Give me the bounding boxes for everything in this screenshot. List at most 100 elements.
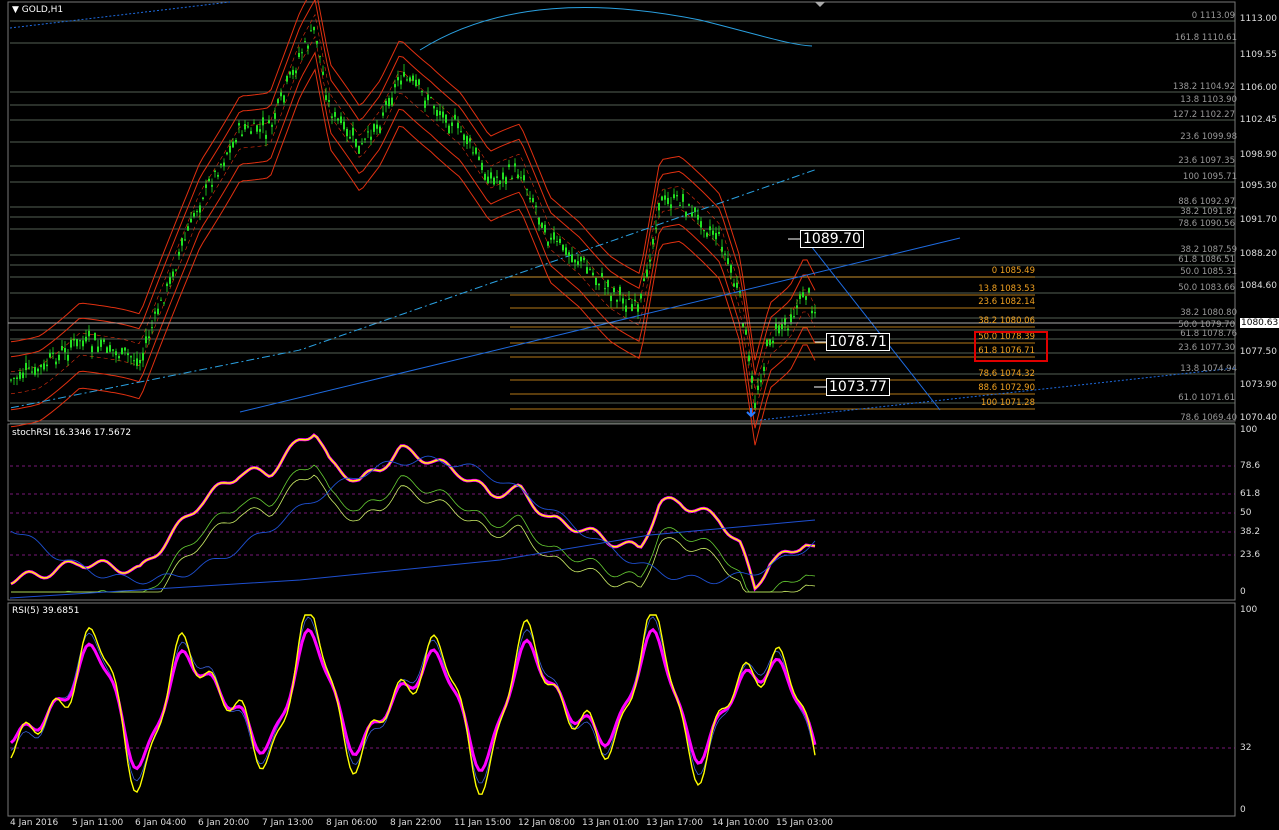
- candle-body: [604, 288, 606, 290]
- price-tick-label: 1091.70: [1239, 215, 1277, 225]
- price-tick-label: 1070.40: [1239, 413, 1277, 423]
- candle-body: [400, 80, 402, 85]
- candle-body: [799, 294, 801, 300]
- candle-body: [172, 271, 174, 277]
- candle-body: [259, 129, 261, 132]
- candle-body: [469, 138, 471, 142]
- candle-body: [184, 239, 186, 241]
- candle-body: [295, 70, 297, 74]
- time-tick-label: 14 Jan 10:00: [712, 818, 769, 828]
- price-box-label: 1078.71: [826, 333, 890, 351]
- band-line: [10, 35, 816, 413]
- candle-body: [190, 218, 192, 223]
- candle-body: [43, 363, 45, 370]
- candle-body: [136, 358, 138, 366]
- candle-body: [790, 314, 792, 323]
- candle-body: [766, 339, 768, 347]
- fib-level-label: 100 1095.71: [1182, 172, 1237, 182]
- candle-body: [379, 126, 381, 133]
- rsi-lines: [9, 614, 817, 795]
- candle-body: [814, 312, 816, 314]
- candle-body: [331, 116, 333, 118]
- candle-body: [475, 147, 477, 154]
- candle-body: [619, 286, 621, 295]
- candle-body: [670, 204, 672, 209]
- stoch-rsi-lines: [9, 433, 816, 599]
- candle-body: [652, 239, 654, 245]
- candle-body: [754, 402, 756, 409]
- band-line: [10, 0, 816, 376]
- candle-body: [328, 100, 330, 102]
- candle-body: [157, 308, 159, 315]
- candle-body: [640, 294, 642, 299]
- candle-body: [598, 283, 600, 286]
- candle-body: [235, 139, 237, 143]
- candle-body: [769, 339, 771, 346]
- fib-level-label: 38.2 1080.80: [1180, 308, 1237, 318]
- fib-level-label: 23.6 1099.98: [1180, 132, 1237, 142]
- candle-body: [163, 302, 165, 304]
- price-tick-label: 1113.00: [1239, 14, 1277, 24]
- chart-canvas[interactable]: [0, 0, 1279, 830]
- candle-body: [616, 299, 618, 302]
- candle-body: [124, 347, 126, 351]
- candle-body: [490, 172, 492, 179]
- candle-body: [391, 97, 393, 106]
- candle-body: [28, 367, 30, 369]
- candle-body: [664, 195, 666, 200]
- candle-body: [646, 269, 648, 277]
- candle-body: [592, 272, 594, 276]
- candle-body: [685, 211, 687, 217]
- shift-marker-icon[interactable]: [815, 2, 825, 7]
- candle-body: [31, 371, 33, 373]
- candle-body: [538, 217, 540, 225]
- candle-body: [139, 359, 141, 364]
- stoch-tick-label: 78.6: [1240, 461, 1261, 471]
- candle-body: [334, 112, 336, 117]
- time-tick-label: 5 Jan 11:00: [72, 818, 124, 828]
- candle-body: [160, 299, 162, 301]
- candle-body: [94, 332, 96, 341]
- stoch-tick-label: 38.2: [1240, 527, 1261, 537]
- candle-body: [91, 346, 93, 353]
- candle-body: [238, 123, 240, 126]
- candle-body: [133, 360, 135, 362]
- candle-body: [505, 177, 507, 185]
- time-tick-label: 4 Jan 2016: [10, 818, 59, 828]
- fib-level-label: 50.0 1085.31: [1180, 267, 1237, 277]
- candle-body: [583, 257, 585, 261]
- candle-body: [52, 352, 54, 354]
- candle-body: [532, 198, 534, 203]
- candle-body: [148, 336, 150, 339]
- candle-body: [556, 241, 558, 243]
- candle-body: [166, 283, 168, 287]
- candle-body: [481, 162, 483, 170]
- candle-body: [130, 356, 132, 358]
- candle-body: [202, 197, 204, 199]
- stoch-tick-label: 100: [1240, 425, 1258, 435]
- candle-body: [196, 211, 198, 213]
- candle-body: [394, 84, 396, 88]
- moving-average: [10, 169, 816, 409]
- candle-body: [76, 338, 78, 347]
- candle-body: [286, 75, 288, 82]
- price-tick-label: 1109.55: [1239, 50, 1277, 60]
- rsi-line: [9, 627, 817, 772]
- fib-level-label: 127.2 1102.27: [1172, 110, 1235, 120]
- candle-body: [19, 372, 21, 379]
- candle-body: [430, 97, 432, 99]
- candle-body: [226, 152, 228, 155]
- time-tick-label: 8 Jan 22:00: [390, 818, 442, 828]
- stoch-signal-line: [11, 464, 816, 593]
- rsi-tick-label: 0: [1240, 805, 1246, 815]
- price-box-label: 1089.70: [800, 230, 864, 248]
- candle-body: [484, 173, 486, 180]
- candle-body: [25, 362, 27, 371]
- candle-body: [745, 329, 747, 335]
- fib-level-label: 161.8 1110.61: [1174, 33, 1237, 43]
- candle-body: [298, 53, 300, 58]
- candle-body: [223, 162, 225, 167]
- symbol-title[interactable]: ▼ GOLD,H1: [12, 5, 63, 15]
- dropdown-triangle-icon[interactable]: ▼: [12, 5, 19, 15]
- candle-body: [415, 79, 417, 87]
